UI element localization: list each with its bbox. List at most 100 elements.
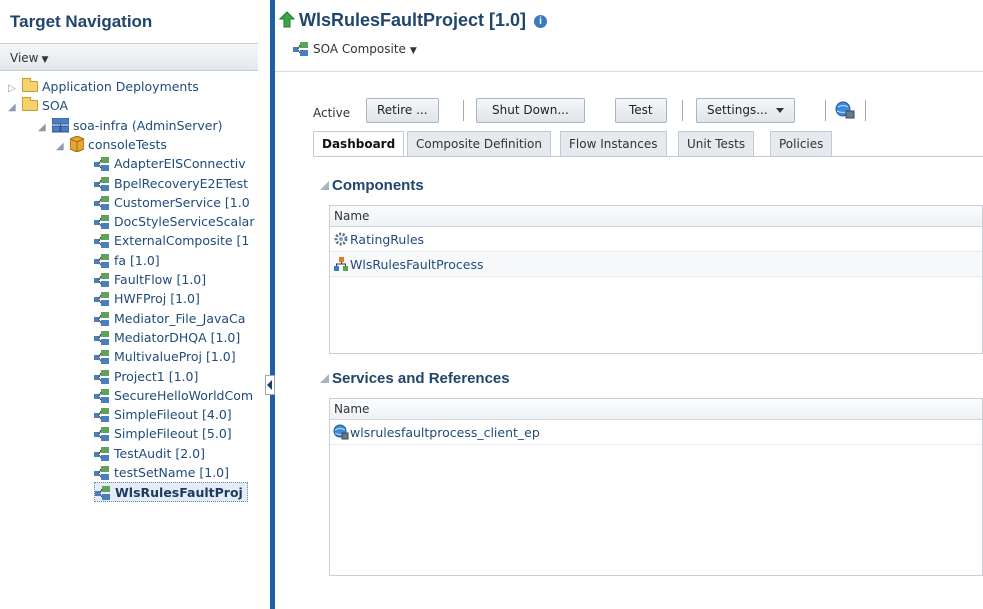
tree-node-label: MultivalueProj [1.0] <box>114 349 236 365</box>
collapse-triangle-icon <box>320 374 329 383</box>
component-name: RatingRules <box>350 232 425 247</box>
collapse-pane-handle[interactable] <box>265 375 275 395</box>
tree-node[interactable]: ◢ consoleTests <box>56 135 167 155</box>
services-title: Services and References <box>332 370 510 387</box>
tree-node-label: MediatorDHQA [1.0] <box>114 329 241 345</box>
tree-node[interactable]: SecureHelloWorldCom <box>94 386 253 406</box>
retire-button[interactable]: Retire ... <box>366 98 439 123</box>
info-icon[interactable]: i <box>534 15 548 28</box>
composite-icon <box>293 42 309 56</box>
expanded-triangle-icon[interactable]: ◢ <box>8 98 18 118</box>
tree-node[interactable]: Mediator_File_JavaCa <box>94 309 245 329</box>
tree-node-label: soa-infra (AdminServer) <box>72 117 223 133</box>
table-row[interactable]: WlsRulesFaultProcess <box>330 252 982 277</box>
tree-node-label: HWFProj [1.0] <box>114 291 200 307</box>
soa-composite-menu[interactable]: SOA Composite ▼ <box>293 42 417 56</box>
tree-node-label: DocStyleServiceScalar <box>114 214 255 230</box>
navigation-title: Target Navigation <box>10 12 153 31</box>
tree-node-label: consoleTests <box>87 136 167 152</box>
tree-node[interactable]: CustomerService [1.0 <box>94 193 250 213</box>
tree-node[interactable]: ◢ soa-infra (AdminServer) <box>38 116 222 136</box>
tree-node[interactable]: HWFProj [1.0] <box>94 289 200 309</box>
server-icon <box>51 117 70 133</box>
business-rules-icon <box>333 230 349 246</box>
tab-dashboard[interactable]: Dashboard <box>313 131 405 157</box>
web-service-icon <box>333 423 349 440</box>
test-button[interactable]: Test <box>615 98 667 123</box>
view-menu-button[interactable]: View ▼ <box>10 51 48 65</box>
tree-node[interactable]: TestAudit [2.0] <box>94 444 205 464</box>
partition-icon <box>69 135 85 153</box>
composite-icon <box>94 427 110 442</box>
chevron-down-icon <box>775 108 784 113</box>
tab-flow-instances[interactable]: Flow Instances <box>560 131 667 156</box>
tree-node-label: SecureHelloWorldCom <box>114 387 254 403</box>
component-name: WlsRulesFaultProcess <box>350 257 484 272</box>
composite-icon <box>94 234 110 249</box>
tree-node-label: SimpleFileout [5.0] <box>114 426 232 442</box>
tree-node-label: Project1 [1.0] <box>114 368 199 384</box>
composite-icon <box>94 176 110 191</box>
composite-icon <box>94 446 110 461</box>
composite-icon <box>94 273 110 287</box>
composite-icon <box>94 330 110 345</box>
tree-node-label: fa [1.0] <box>114 252 160 268</box>
tab-policies[interactable]: Policies <box>770 131 833 156</box>
tree-node[interactable]: ExternalComposite [1 <box>94 231 249 251</box>
components-table: Name RatingRules WlsRulesFaultProcess <box>329 205 983 354</box>
service-name: wlsrulesfaultprocess_client_ep <box>350 425 540 440</box>
composite-icon <box>94 311 110 326</box>
tree-node[interactable]: AdapterEISConnectiv <box>94 154 246 174</box>
tree-node[interactable]: MediatorDHQA [1.0] <box>94 328 240 348</box>
tree-node[interactable]: SimpleFileout [4.0] <box>94 405 232 425</box>
chevron-down-icon: ▼ <box>409 46 417 56</box>
view-menu-label: View <box>10 51 39 65</box>
tree-node[interactable]: WlsRulesFaultProj <box>94 482 248 503</box>
shut-down-button[interactable]: Shut Down... <box>476 98 585 123</box>
settings-label: Settings... <box>707 103 768 117</box>
services-section-header[interactable]: Services and References <box>320 370 510 387</box>
composite-icon <box>95 486 111 501</box>
components-section-header[interactable]: Components <box>320 177 424 194</box>
tree-node[interactable]: Project1 [1.0] <box>94 367 198 387</box>
components-name-column[interactable]: Name <box>330 206 982 227</box>
view-toolbar: View ▼ <box>0 43 258 71</box>
tree-node[interactable]: testSetName [1.0] <box>94 463 229 483</box>
composite-icon <box>94 292 110 307</box>
tree-node[interactable]: SimpleFileout [5.0] <box>94 424 232 444</box>
toolbar-separator <box>682 100 683 121</box>
collapse-triangle-icon <box>320 181 329 190</box>
tree-node[interactable]: ◢ SOA <box>8 96 68 116</box>
settings-menu-button[interactable]: Settings... <box>696 98 795 123</box>
tab-composite-definition[interactable]: Composite Definition <box>407 131 551 156</box>
tree-node-label: TestAudit [2.0] <box>114 445 206 461</box>
tree-node-label: WlsRulesFaultProj <box>115 485 243 501</box>
table-row[interactable]: RatingRules <box>330 227 982 252</box>
composite-title: WlsRulesFaultProject [1.0] <box>299 10 527 30</box>
tree-node[interactable]: FaultFlow [1.0] <box>94 270 206 290</box>
tab-unit-tests[interactable]: Unit Tests <box>678 131 755 156</box>
expanded-triangle-icon[interactable]: ◢ <box>56 137 66 157</box>
composite-icon <box>94 388 110 403</box>
tree-node-label: SOA <box>41 98 69 114</box>
tree-node[interactable]: DocStyleServiceScalar <box>94 212 254 232</box>
tree-node-label: SimpleFileout [4.0] <box>114 407 232 423</box>
composite-icon <box>94 215 110 230</box>
services-table: Name wlsrulesfaultprocess_client_ep <box>329 398 983 576</box>
web-service-test-icon[interactable] <box>835 100 855 120</box>
tree-node[interactable]: fa [1.0] <box>94 251 160 271</box>
toolbar-separator <box>865 100 866 121</box>
table-row[interactable]: wlsrulesfaultprocess_client_ep <box>330 420 982 445</box>
services-name-column[interactable]: Name <box>330 399 982 420</box>
tree-node[interactable]: ▷ Application Deployments <box>8 77 199 97</box>
composite-icon <box>94 350 110 365</box>
chevron-down-icon: ▼ <box>41 55 49 65</box>
up-arrow-home-icon[interactable] <box>278 11 296 33</box>
expanded-triangle-icon[interactable]: ◢ <box>38 118 48 138</box>
tree-node-label: AdapterEISConnectiv <box>114 156 246 172</box>
tree-node[interactable]: BpelRecoveryE2ETest <box>94 174 248 194</box>
tree-node-label: testSetName [1.0] <box>114 465 230 480</box>
tab-divider <box>313 156 983 157</box>
tree-node[interactable]: MultivalueProj [1.0] <box>94 347 236 367</box>
bpel-process-icon <box>333 255 349 271</box>
